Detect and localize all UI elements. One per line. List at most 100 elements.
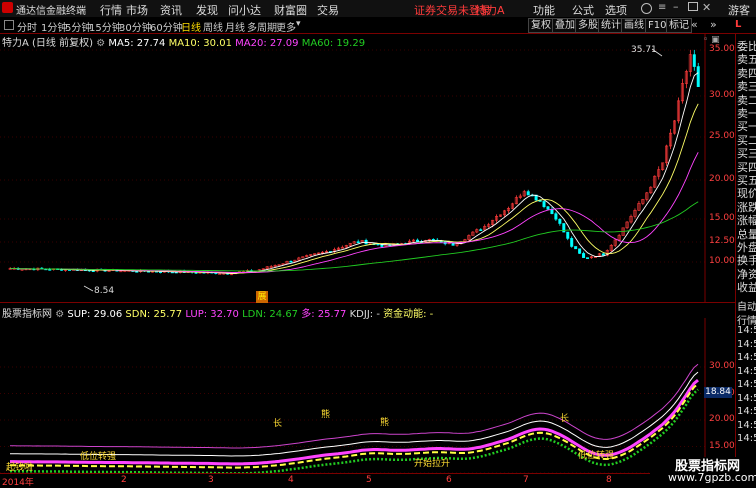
quote-row-label: 收益	[737, 281, 756, 295]
fuquan-button[interactable]: 复权	[528, 18, 554, 33]
chart-separator	[0, 302, 735, 303]
candle-body	[218, 273, 222, 275]
mark-button[interactable]: 标记	[666, 18, 692, 33]
indicator-signal-label: 熊	[321, 408, 330, 420]
period-toolbar: 分时 1分钟 5分钟 15分钟 30分钟 60分钟 日线 周线 月线 多周期 更…	[0, 17, 756, 34]
tick-time-label: 14:50	[737, 325, 756, 336]
ma10-line	[10, 103, 699, 274]
menu-hangqing[interactable]: 行情	[100, 2, 122, 18]
candle-body	[380, 244, 384, 247]
low-price-label: 8.54	[94, 286, 114, 296]
menu-gongshi[interactable]: 公式	[572, 2, 594, 18]
candle-body	[696, 66, 700, 87]
guest-label[interactable]: 游客	[728, 2, 750, 18]
tick-time-label: 14:50	[737, 419, 756, 431]
app-logo-icon	[2, 2, 13, 13]
indicator-chart[interactable]: 起钱啦低位转强长熊熊开始拉升低位转强长	[0, 318, 735, 473]
low-pointer-line	[83, 285, 94, 292]
chart-small-icons[interactable]: ◦ ▣	[703, 35, 720, 45]
candle-body	[570, 238, 574, 247]
price-axis-label: 12.50	[709, 236, 735, 246]
candle-body	[415, 239, 419, 242]
candlestick-chart[interactable]: 35.71 8.54	[0, 34, 735, 302]
tab-monthly[interactable]: 月线	[225, 19, 245, 34]
candle-body	[91, 270, 95, 272]
tab-1min[interactable]: 1分钟	[41, 19, 67, 34]
candle-body	[289, 260, 293, 263]
close-icon[interactable]: ✕	[702, 1, 711, 14]
menu-zixun[interactable]: 资讯	[160, 2, 182, 18]
watermark-url: www.7gpzb.com	[668, 471, 756, 484]
sup-line	[10, 371, 699, 457]
candle-body	[554, 213, 558, 220]
watermark: 股票指标网 www.7gpzb.com	[650, 457, 756, 487]
indicator-current-value: 18.84	[704, 387, 732, 398]
price-axis: 35.00 30.00 25.00 20.00 15.00 12.50 10.00	[705, 34, 735, 302]
tab-more[interactable]: 更多	[276, 19, 296, 34]
date-axis-label: 3	[208, 475, 214, 485]
date-axis-label: 7	[523, 475, 529, 485]
tab-60min[interactable]: 60分钟	[150, 19, 183, 34]
stock-name-top: 特力A	[475, 4, 505, 17]
nav-right-icon[interactable]: »	[710, 18, 717, 31]
tab-5min[interactable]: 5分钟	[65, 19, 91, 34]
tab-15min[interactable]: 15分钟	[89, 19, 122, 34]
tab-fenshi[interactable]: 分时	[17, 19, 37, 34]
candle-body	[542, 201, 546, 207]
date-axis: 2014年 2 3 4 5 6 7 8	[0, 474, 735, 488]
app-title: 通达信金融终端	[16, 6, 86, 17]
draw-line-button[interactable]: 画线	[621, 18, 647, 33]
indicator-axis-label: 20.00	[709, 414, 735, 424]
title-bar: 通达信金融终端 行情 市场 资讯 发现 问小达 财富圈 交易 证券交易未登录 特…	[0, 0, 756, 18]
nav-left-icon[interactable]: «	[691, 18, 698, 31]
ma20-line	[10, 152, 699, 273]
more-dropdown-icon[interactable]: ▾	[296, 19, 301, 29]
indicator-info: 股票指标网 ⚙ SUP: 29.06 SDN: 25.77 LUP: 32.70…	[0, 305, 735, 320]
candle-body	[356, 241, 360, 244]
indicator-signal-label: 低位转强	[80, 450, 116, 462]
user-icon[interactable]	[641, 3, 652, 14]
price-axis-label: 20.00	[709, 174, 735, 184]
price-axis-label: 30.00	[709, 90, 735, 100]
candle-body	[479, 229, 483, 231]
quote-side-panel: 委比 卖五 卖四 卖三 卖二 卖一 买一 买二 买三 买四 买五 现价 涨跌 涨幅 总量 外盘 换手 净资 收益 自动…	[735, 34, 756, 487]
tick-time-label: 14:50	[737, 433, 756, 444]
ma60-line	[10, 201, 699, 272]
candle-body	[574, 246, 578, 250]
tab-weekly[interactable]: 周线	[203, 19, 223, 34]
menu-gongneng[interactable]: 功能	[533, 2, 555, 18]
candle-body	[135, 271, 139, 273]
menu-jiaoyi[interactable]: 交易	[317, 2, 339, 18]
candle-body	[546, 206, 550, 210]
tick-time-label: 14:50	[737, 338, 756, 350]
indicator-axis-label: 15.00	[709, 440, 735, 451]
date-axis-label: 8	[606, 475, 612, 485]
menu-caifuquan[interactable]: 财富圈	[274, 2, 307, 18]
tick-time-label: 14:50	[737, 379, 756, 390]
candle-body	[566, 231, 570, 239]
minimize-icon[interactable]: –	[673, 0, 679, 13]
indicator-signal-label: 开始拉升	[414, 457, 450, 469]
candle-body	[558, 218, 562, 224]
price-axis-label: 10.00	[709, 256, 735, 266]
chart-type-icon[interactable]	[4, 20, 14, 30]
menu-icon[interactable]: ≡	[658, 2, 666, 13]
tab-30min[interactable]: 30分钟	[119, 19, 152, 34]
price-axis-label: 35.00	[709, 44, 735, 54]
expand-marker-icon[interactable]: 展	[256, 291, 268, 303]
tab-multi-period[interactable]: 多周期	[247, 19, 277, 34]
lup-line	[10, 363, 699, 449]
price-axis-label: 25.00	[709, 131, 735, 141]
date-axis-label: 6	[446, 475, 452, 485]
maximize-icon[interactable]	[688, 2, 698, 11]
menu-shichang[interactable]: 市场	[126, 2, 148, 18]
indicator-signal-label: 长	[560, 412, 569, 424]
indicator-axis-label: 30.00	[709, 361, 735, 371]
indicator-signal-label: 长	[273, 417, 282, 429]
date-axis-label: 5	[366, 475, 372, 485]
level-indicator: L	[735, 19, 742, 30]
menu-faxian[interactable]: 发现	[196, 2, 218, 18]
menu-xuanxiang[interactable]: 选项	[605, 2, 627, 18]
tab-daily[interactable]: 日线	[181, 19, 201, 34]
menu-wenxiaoda[interactable]: 问小达	[228, 2, 261, 18]
